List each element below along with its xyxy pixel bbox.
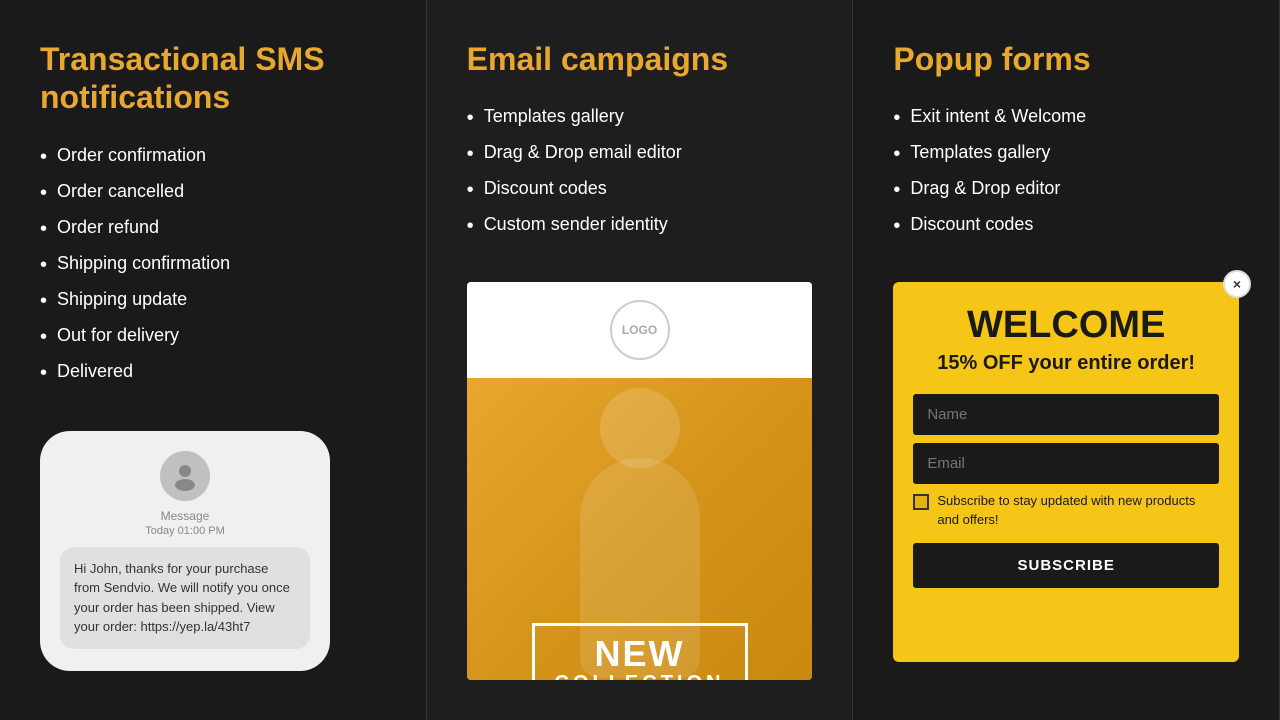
popup-section: Popup forms Exit intent & Welcome Templat… bbox=[853, 0, 1280, 720]
sms-title: Transactional SMS notifications bbox=[40, 40, 386, 117]
email-preview-image: NEW COLLECTION bbox=[467, 378, 813, 680]
popup-close-button[interactable]: × bbox=[1223, 270, 1251, 298]
phone-avatar bbox=[160, 451, 210, 501]
popup-list-item: Discount codes bbox=[893, 214, 1239, 238]
phone-message-bubble: Hi John, thanks for your purchase from S… bbox=[60, 547, 310, 649]
new-collection-label: NEW bbox=[555, 636, 725, 672]
email-preview: LOGO NEW COLLECTION bbox=[467, 282, 813, 680]
sms-list-item: Order refund bbox=[40, 217, 386, 241]
email-section: Email campaigns Templates gallery Drag & … bbox=[427, 0, 854, 720]
popup-name-input[interactable] bbox=[913, 394, 1219, 435]
sms-list-item: Out for delivery bbox=[40, 325, 386, 349]
email-list-item: Discount codes bbox=[467, 178, 813, 202]
sms-section: Transactional SMS notifications Order co… bbox=[0, 0, 427, 720]
sms-list-item: Order confirmation bbox=[40, 145, 386, 169]
email-preview-header: LOGO bbox=[467, 282, 813, 378]
sms-features-list: Order confirmation Order cancelled Order r… bbox=[40, 145, 386, 397]
person-icon bbox=[170, 461, 200, 491]
sms-list-item: Shipping update bbox=[40, 289, 386, 313]
phone-sender-label: Message bbox=[161, 509, 210, 523]
email-logo: LOGO bbox=[610, 300, 670, 360]
popup-preview: × WELCOME 15% OFF your entire order! Sub… bbox=[893, 282, 1239, 662]
email-list-item: Custom sender identity bbox=[467, 214, 813, 238]
collection-sub-label: COLLECTION bbox=[555, 672, 725, 680]
popup-checkbox[interactable] bbox=[913, 494, 929, 510]
phone-timestamp: Today 01:00 PM bbox=[145, 525, 225, 537]
popup-list-item: Drag & Drop editor bbox=[893, 178, 1239, 202]
popup-subscribe-button[interactable]: SUBSCRIBE bbox=[913, 543, 1219, 588]
popup-list-item: Templates gallery bbox=[893, 142, 1239, 166]
sms-list-item: Delivered bbox=[40, 361, 386, 385]
new-collection-box: NEW COLLECTION bbox=[532, 623, 748, 680]
popup-email-input[interactable] bbox=[913, 443, 1219, 484]
email-list-item: Drag & Drop email editor bbox=[467, 142, 813, 166]
email-list-item: Templates gallery bbox=[467, 106, 813, 130]
popup-checkbox-label: Subscribe to stay updated with new produ… bbox=[937, 492, 1219, 528]
popup-list-item: Exit intent & Welcome bbox=[893, 106, 1239, 130]
popup-features-list: Exit intent & Welcome Templates gallery Dr… bbox=[893, 106, 1239, 250]
phone-mockup: Message Today 01:00 PM Hi John, thanks f… bbox=[40, 431, 330, 671]
popup-welcome-text: WELCOME bbox=[913, 306, 1219, 344]
popup-checkbox-row: Subscribe to stay updated with new produ… bbox=[913, 492, 1219, 528]
sms-list-item: Shipping confirmation bbox=[40, 253, 386, 277]
email-features-list: Templates gallery Drag & Drop email edito… bbox=[467, 106, 813, 250]
popup-title: Popup forms bbox=[893, 40, 1239, 78]
email-title: Email campaigns bbox=[467, 40, 813, 78]
sms-list-item: Order cancelled bbox=[40, 181, 386, 205]
popup-offer-text: 15% OFF your entire order! bbox=[913, 350, 1219, 376]
